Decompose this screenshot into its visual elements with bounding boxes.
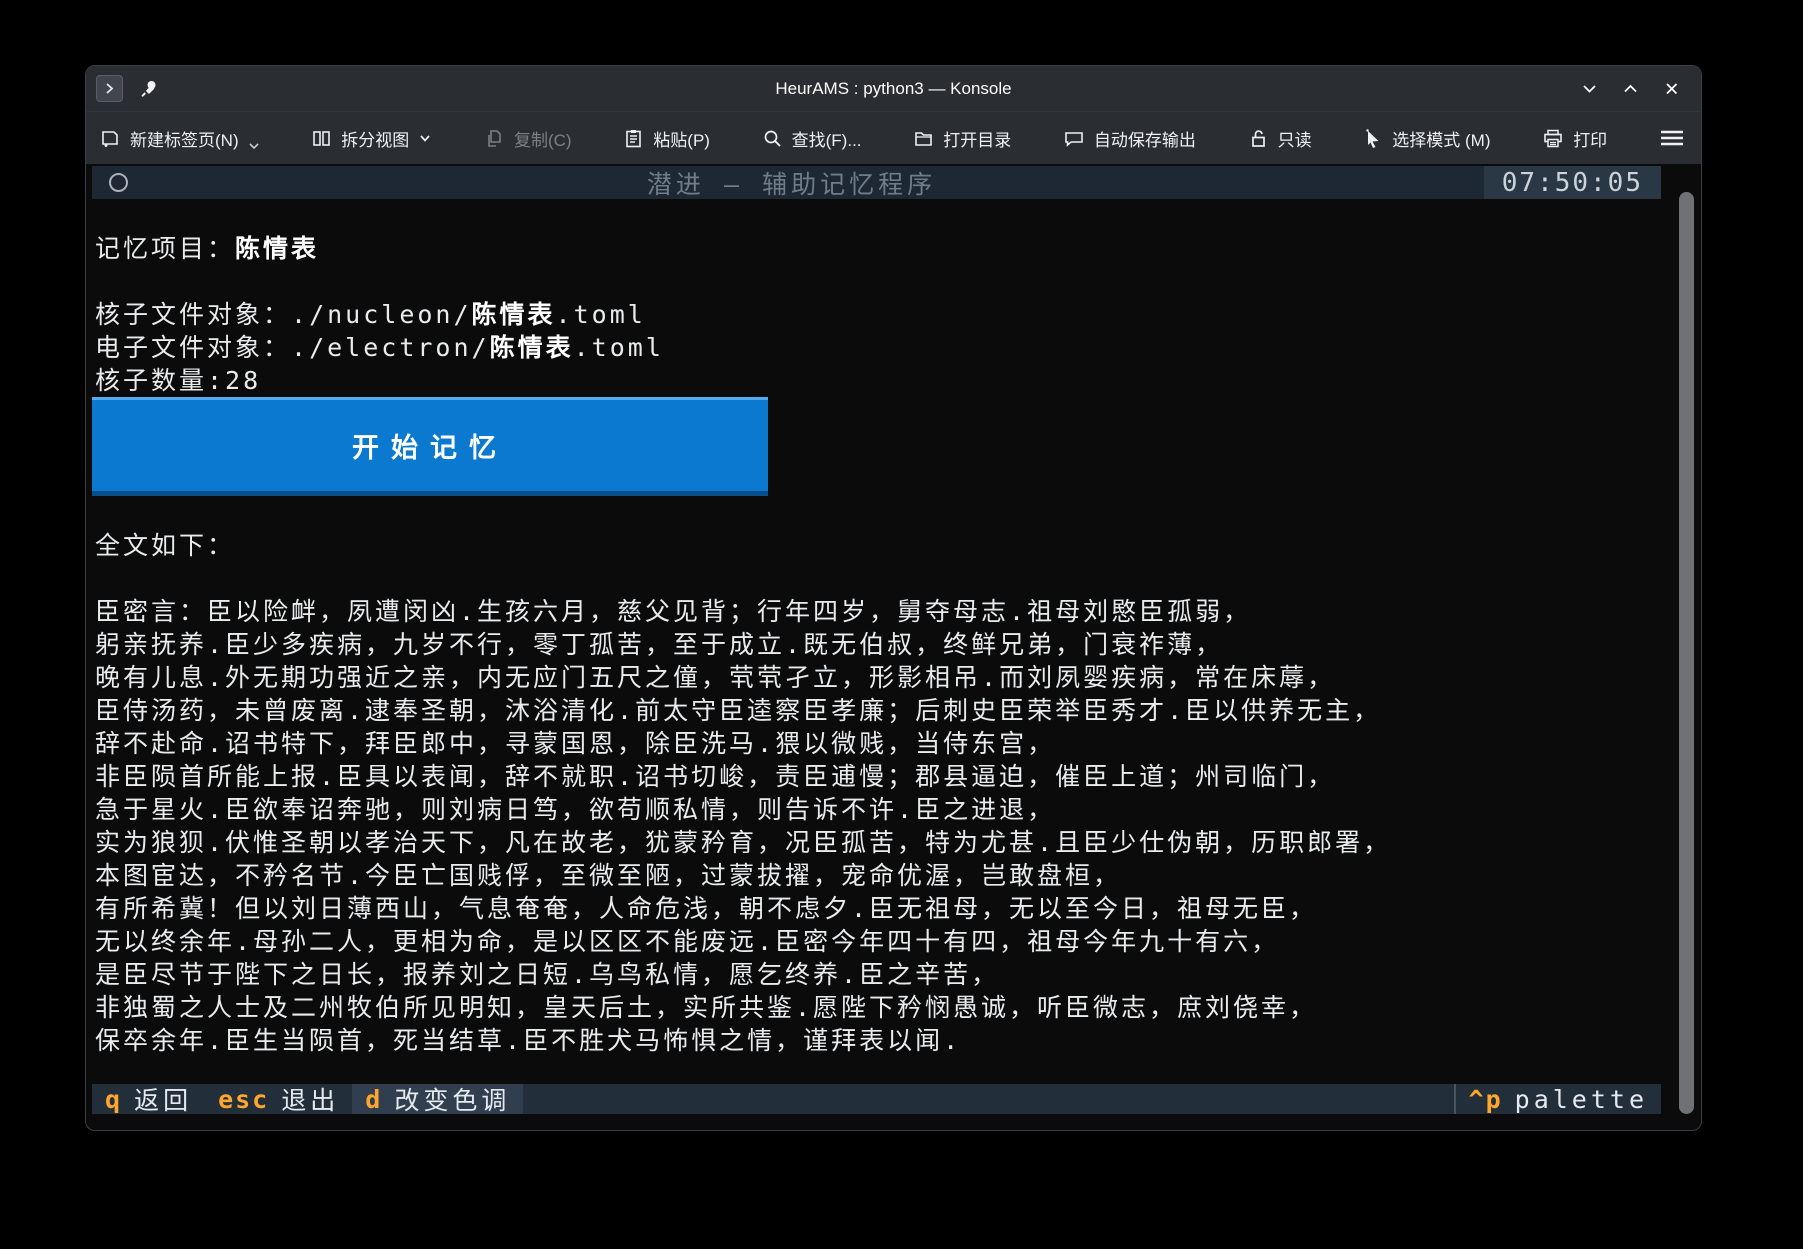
electron-file-ext: .toml: [574, 333, 664, 362]
find-label: 查找(F)...: [792, 126, 862, 151]
autosave-output-label: 自动保存输出: [1094, 126, 1196, 151]
unlock-icon: [1248, 128, 1269, 149]
scrollbar-track[interactable]: [1679, 192, 1694, 1114]
body-text-line: 保卒余年.臣生当陨首，死当结草.臣不胜犬马怖惧之情，谨拜表以闻.: [92, 1024, 1661, 1057]
memory-item-label: 记忆项目：: [95, 234, 235, 263]
body-text-line: 急于星火.臣欲奉诏奔驰，则刘病日笃，欲苟顺私情，则告诉不许.臣之进退，: [92, 793, 1661, 826]
body-text-line: 辞不赴命.诏书特下，拜臣郎中，寻蒙国恩，除臣洗马.猥以微贱，当侍东宫，: [92, 727, 1661, 760]
key-hint: ^p: [1469, 1085, 1503, 1114]
blank-row: [92, 199, 1661, 232]
split-view-icon: [311, 128, 332, 149]
memory-item-value: 陈情表: [235, 234, 319, 263]
chevron-down-icon: [248, 129, 260, 151]
output-bubble-icon: [1063, 128, 1085, 149]
new-tab-label: 新建标签页(N): [130, 126, 239, 151]
electron-file-name: 陈情表: [490, 333, 574, 362]
footer-binding-theme[interactable]: d 改变色调: [352, 1084, 523, 1114]
footer-binding-palette[interactable]: ^p palette: [1456, 1084, 1661, 1114]
copy-label: 复制(C): [514, 126, 572, 151]
open-directory-button[interactable]: 打开目录: [913, 126, 1011, 151]
titlebar: HeurAMS : python3 — Konsole: [86, 66, 1701, 111]
copy-button: 复制(C): [484, 126, 572, 151]
tui-header-title: 潜进 – 辅助记忆程序: [92, 165, 1491, 201]
fulltext-label-row: 全文如下：: [92, 529, 1661, 562]
body-text-line: 有所希冀！但以刘日薄西山，气息奄奄，人命危浅，朝不虑夕.臣无祖母，无以至今日，祖…: [92, 892, 1661, 925]
nucleon-count-row: 核子数量:28: [92, 364, 1661, 397]
read-only-button[interactable]: 只读: [1248, 126, 1312, 151]
footer-binding-quit[interactable]: esc 退出: [205, 1084, 352, 1114]
autosave-output-button[interactable]: 自动保存输出: [1063, 126, 1196, 151]
select-mode-button[interactable]: 选择模式 (M): [1363, 126, 1490, 151]
memory-item-row: 记忆项目：陈情表: [92, 232, 1661, 265]
body-text-line: 非独蜀之人士及二州牧伯所见明知，皇天后土，实所共鉴.愿陛下矜悯愚诚，听臣微志，庶…: [92, 991, 1661, 1024]
folder-icon: [913, 128, 934, 149]
body-text-line: 臣侍汤药，未曾废离.逮奉圣朝，沐浴清化.前太守臣逵察臣孝廉；后刺史臣荣举臣秀才.…: [92, 694, 1661, 727]
paste-icon: [623, 128, 644, 149]
open-directory-label: 打开目录: [943, 126, 1011, 151]
copy-icon: [484, 128, 505, 149]
nucleon-file-name: 陈情表: [472, 300, 556, 329]
split-view-button[interactable]: 拆分视图: [311, 126, 432, 151]
nucleon-file-label: 核子文件对象：: [95, 300, 291, 329]
scrollbar-thumb[interactable]: [1679, 192, 1694, 1114]
nucleon-path-prefix: ./nucleon/: [291, 300, 472, 329]
nucleon-file-ext: .toml: [556, 300, 646, 329]
electron-path-prefix: ./electron/: [291, 333, 490, 362]
body-text-line: 臣密言：臣以险衅，夙遭闵凶.生孩六月，慈父见背；行年四岁，舅夺母志.祖母刘愍臣孤…: [92, 595, 1661, 628]
find-button[interactable]: 查找(F)...: [762, 126, 862, 151]
printer-icon: [1542, 128, 1564, 149]
start-memorize-button[interactable]: 开始记忆: [92, 397, 768, 496]
print-button[interactable]: 打印: [1542, 126, 1607, 151]
electron-file-label: 电子文件对象：: [95, 333, 291, 362]
blank-row: [92, 496, 1661, 529]
menu-button[interactable]: [1659, 128, 1685, 148]
blank-row: [92, 562, 1661, 595]
read-only-label: 只读: [1278, 126, 1312, 151]
maximize-button[interactable]: [1621, 79, 1640, 98]
body-text-line: 无以终余年.母孙二人，更相为命，是以区区不能废远.臣密今年四十有四，祖母今年九十…: [92, 925, 1661, 958]
tui-clock: 07:50:05: [1484, 166, 1661, 199]
body-text-line: 躬亲抚养.臣少多疾病，九岁不行，零丁孤苦，至于成立.既无伯叔，终鲜兄弟，门衰祚薄…: [92, 628, 1661, 661]
search-icon: [762, 128, 783, 149]
terminal-area: 潜进 – 辅助记忆程序 07:50:05 记忆项目：陈情表 核子文件对象：./n…: [86, 164, 1701, 1130]
body-text-line: 晚有儿息.外无期功强近之亲，内无应门五尺之僮，茕茕孑立，形影相吊.而刘夙婴疾病，…: [92, 661, 1661, 694]
blank-row: [92, 265, 1661, 298]
cursor-icon: [1363, 128, 1383, 149]
tui-footer: q 返回 esc 退出 d 改变色调 ^p palette: [92, 1084, 1661, 1114]
key-hint: d: [365, 1085, 382, 1114]
new-tab-icon: [100, 128, 121, 149]
key-hint: q: [105, 1085, 122, 1114]
hamburger-icon: [1659, 128, 1685, 148]
paste-button[interactable]: 粘贴(P): [623, 126, 710, 151]
print-label: 打印: [1573, 126, 1607, 151]
nucleon-file-row: 核子文件对象：./nucleon/陈情表.toml: [92, 298, 1661, 331]
body-text-line: 本图宦达，不矜名节.今臣亡国贱俘，至微至陋，过蒙拔擢，宠命优渥，岂敢盘桓，: [92, 859, 1661, 892]
minimize-button[interactable]: [1580, 79, 1599, 98]
tui-header: 潜进 – 辅助记忆程序 07:50:05: [92, 166, 1661, 199]
paste-label: 粘贴(P): [653, 126, 710, 151]
konsole-window: HeurAMS : python3 — Konsole 新建标签页(N): [85, 65, 1702, 1131]
body-text-line: 是臣尽节于陛下之日长，报养刘之日短.乌鸟私情，愿乞终养.臣之辛苦，: [92, 958, 1661, 991]
toolbar: 新建标签页(N) 拆分视图 复制(C): [86, 111, 1701, 164]
new-tab-button[interactable]: 新建标签页(N): [100, 126, 260, 151]
body-text-line: 非臣陨首所能上报.臣具以表闻，辞不就职.诏书切峻，责臣逋慢；郡县逼迫，催臣上道；…: [92, 760, 1661, 793]
close-button[interactable]: [1662, 79, 1681, 98]
body-text-line: 实为狼狈.伏惟圣朝以孝治天下，凡在故老，犹蒙矜育，况臣孤苦，特为尤甚.且臣少仕伪…: [92, 826, 1661, 859]
split-view-label: 拆分视图: [341, 126, 409, 151]
footer-binding-return[interactable]: q 返回: [92, 1084, 205, 1114]
select-mode-label: 选择模式 (M): [1392, 126, 1490, 151]
electron-file-row: 电子文件对象：./electron/陈情表.toml: [92, 331, 1661, 364]
key-hint: esc: [218, 1085, 269, 1114]
window-title: HeurAMS : python3 — Konsole: [86, 79, 1701, 99]
chevron-down-icon: [418, 131, 432, 145]
